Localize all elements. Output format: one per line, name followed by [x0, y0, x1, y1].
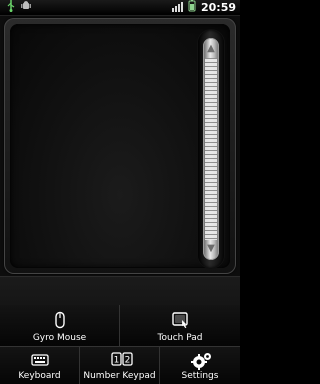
bottom-panel: Gyro Mouse Touch Pad Keyboard 1 2 Number… — [0, 276, 240, 384]
scrollbar-wheel[interactable]: ▲ ▼ — [203, 38, 219, 260]
mode-row-top: Gyro Mouse Touch Pad — [0, 305, 240, 347]
android-icon — [20, 0, 32, 15]
number-keypad-label: Number Keypad — [83, 371, 156, 381]
svg-text:2: 2 — [124, 356, 130, 366]
keyboard-button[interactable]: Keyboard — [0, 347, 80, 384]
touchpad-screen: 20:59 ▲ ▼ Gyro Mouse Touch Pad Keyboard … — [0, 0, 240, 384]
mode-row-bottom: Keyboard 1 2 Number Keypad Settings — [0, 347, 240, 384]
touchpad-surface[interactable] — [10, 24, 230, 268]
gyro-mouse-label: Gyro Mouse — [32, 333, 87, 343]
touchpad-icon — [171, 311, 189, 329]
touch-pad-button[interactable]: Touch Pad — [120, 305, 240, 347]
touch-pad-label: Touch Pad — [157, 333, 203, 343]
scroll-down-icon[interactable]: ▼ — [206, 244, 216, 254]
gyro-mouse-button[interactable]: Gyro Mouse — [0, 305, 120, 347]
usb-icon — [6, 0, 16, 15]
scroll-grip — [205, 58, 217, 240]
mouse-icon — [51, 311, 69, 329]
number-keypad-button[interactable]: 1 2 Number Keypad — [80, 347, 160, 384]
status-bar: 20:59 — [0, 0, 240, 16]
svg-text:1: 1 — [113, 356, 119, 366]
signal-icon — [171, 1, 183, 15]
number-keypad-icon: 1 2 — [110, 351, 133, 369]
battery-icon — [187, 0, 197, 15]
scrollbar-track[interactable]: ▲ ▼ — [198, 30, 224, 268]
settings-label: Settings — [181, 371, 219, 381]
status-time: 20:59 — [200, 1, 236, 14]
keyboard-label: Keyboard — [18, 371, 61, 381]
scroll-up-icon[interactable]: ▲ — [206, 44, 216, 54]
settings-button[interactable]: Settings — [160, 347, 240, 384]
keyboard-icon — [30, 351, 49, 369]
settings-icon — [191, 351, 211, 370]
